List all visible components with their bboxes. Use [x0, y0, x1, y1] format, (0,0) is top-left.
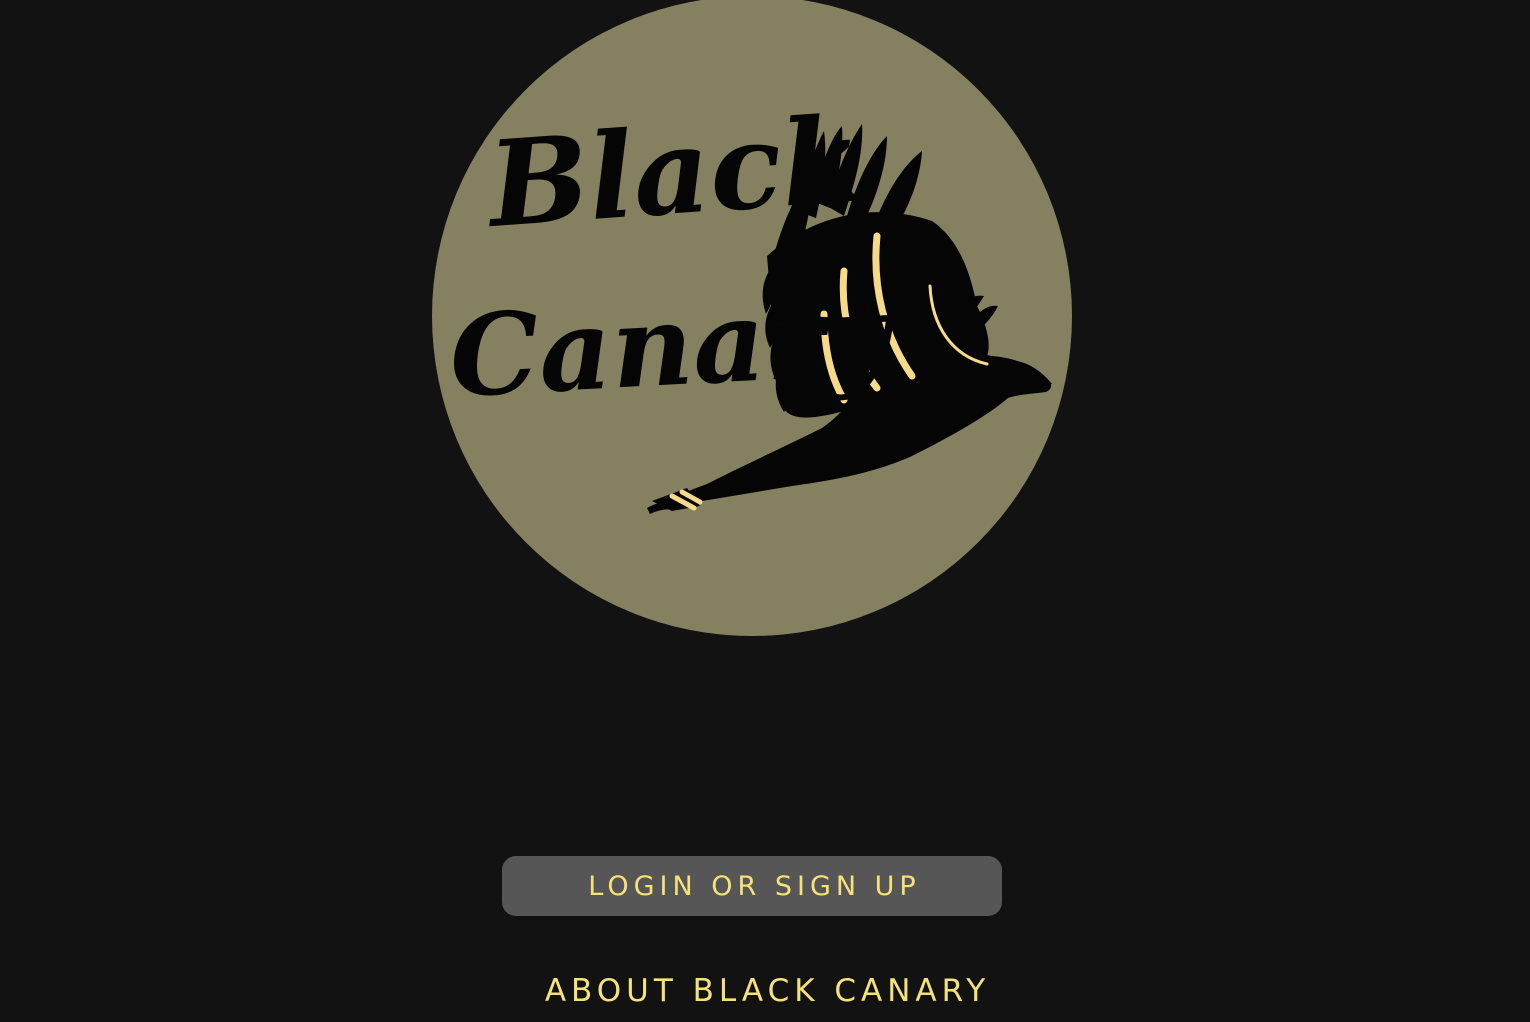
login-or-signup-button[interactable]: LOGIN OR SIGN UP	[502, 856, 1002, 916]
brand-logo: Black Canary	[432, 0, 1072, 636]
logo-wordmark-line1: Black	[481, 89, 867, 254]
about-black-canary-link[interactable]: ABOUT BLACK CANARY	[0, 966, 1530, 1016]
brand-logo-graphic: Black Canary	[432, 0, 1072, 636]
logo-wordmark-line2: Canary	[447, 269, 900, 423]
